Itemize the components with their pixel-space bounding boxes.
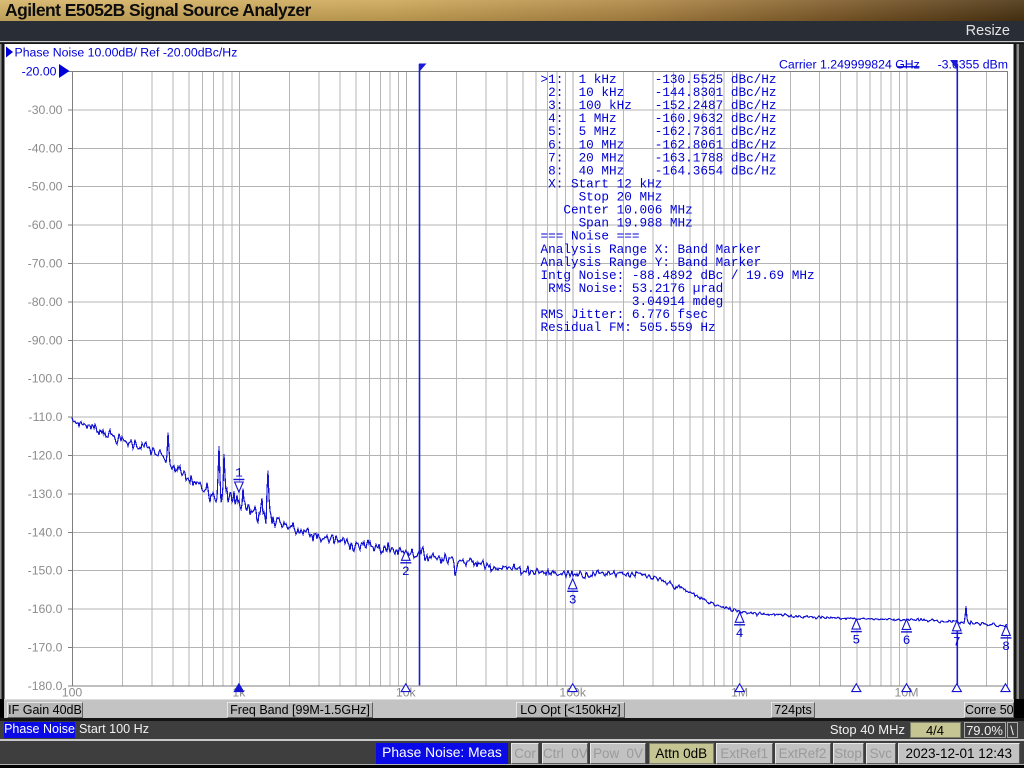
svg-text:-40.00: -40.00 (28, 141, 63, 155)
svg-text:-70.00: -70.00 (28, 257, 63, 271)
svg-text:-80.00: -80.00 (28, 295, 63, 309)
svg-text:-180.0: -180.0 (28, 679, 63, 693)
svg-text:4: 4 (736, 626, 744, 641)
svg-text:8: 8 (1002, 639, 1010, 654)
svg-text:-100.0: -100.0 (28, 372, 63, 386)
svg-text:7: 7 (953, 634, 961, 649)
svg-text:-90.00: -90.00 (28, 333, 63, 347)
svg-text:Phase Noise 10.00dB/ Ref -20.0: Phase Noise 10.00dB/ Ref -20.00dBc/Hz (15, 46, 238, 60)
svg-text:-110.0: -110.0 (29, 410, 63, 424)
svg-text:-140.0: -140.0 (28, 525, 63, 539)
svg-text:2: 2 (402, 564, 410, 579)
svg-text:Residual FM: 505.559 Hz: Residual FM: 505.559 Hz (541, 320, 716, 335)
svg-text:-160.0: -160.0 (28, 602, 63, 616)
svg-text:1: 1 (235, 466, 243, 481)
svg-text:6: 6 (903, 633, 911, 648)
svg-text:-170.0: -170.0 (28, 641, 63, 655)
svg-text:-50.00: -50.00 (28, 180, 63, 194)
svg-text:100: 100 (62, 686, 83, 700)
svg-text:-150.0: -150.0 (28, 564, 63, 578)
svg-text:-3.6355 dBm: -3.6355 dBm (938, 58, 1008, 72)
svg-text:-20.00: -20.00 (22, 65, 57, 79)
svg-text:5: 5 (852, 633, 860, 648)
svg-text:Carrier 1.249999824 GHz: Carrier 1.249999824 GHz (779, 58, 920, 72)
svg-text:-130.0: -130.0 (28, 487, 63, 501)
svg-text:3: 3 (569, 592, 577, 607)
svg-text:-60.00: -60.00 (28, 218, 63, 232)
svg-text:-30.00: -30.00 (28, 103, 63, 117)
svg-text:-120.0: -120.0 (28, 449, 63, 463)
